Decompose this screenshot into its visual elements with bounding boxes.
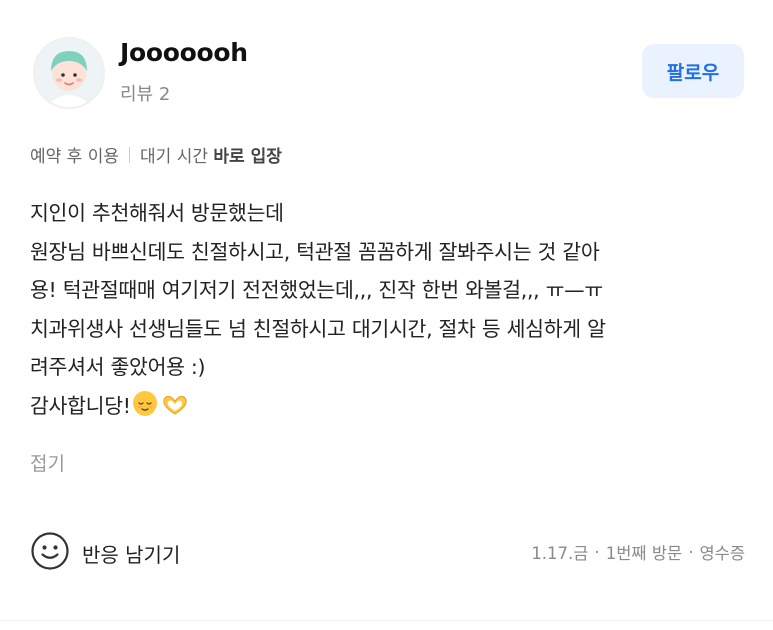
review-line: 려주셔서 좋았어용 :) (30, 355, 206, 379)
tag-divider (129, 146, 131, 163)
meta-separator: · (688, 542, 694, 562)
smiley-icon (30, 531, 70, 575)
tag-reservation: 예약 후 이용 (30, 147, 120, 167)
leave-reaction-button[interactable]: 반응 남기기 (30, 531, 180, 575)
react-label: 반응 남기기 (82, 542, 181, 567)
avatar[interactable] (33, 37, 105, 109)
heart-hands-emoji (161, 391, 189, 415)
review-text: 지인이 추천해줘서 방문했는데 원장님 바쁘신데도 친절하시고, 턱관절 꼼꼼하… (30, 194, 745, 425)
avatar-icon (35, 39, 103, 107)
relieved-face-emoji (132, 390, 157, 416)
review-line: 원장님 바쁘신데도 친절하시고, 턱관절 꼼꼼하게 잘봐주시는 것 같아 (30, 239, 600, 264)
tag-wait-value: 바로 입장 (213, 147, 282, 167)
review-meta: 1.17.금 · 1번째 방문 · 영수증 (531, 540, 745, 564)
review-line: 치과위생사 선생님들도 넘 친절하시고 대기시간, 절차 등 세심하게 알 (30, 316, 606, 341)
review-tags: 예약 후 이용 대기 시간 바로 입장 (30, 142, 282, 167)
review-line-last: 감사합니당! (30, 387, 745, 426)
receipt-link[interactable]: 영수증 (699, 540, 745, 564)
visit-count: 1번째 방문 (605, 544, 683, 563)
collapse-button[interactable]: 접기 (30, 449, 65, 476)
review-line-text: 감사합니당! (30, 393, 131, 418)
section-divider (0, 620, 773, 621)
meta-separator: · (594, 542, 600, 562)
follow-button[interactable]: 팔로우 (642, 44, 744, 98)
tag-wait-prefix: 대기 시간 (140, 147, 208, 167)
review-line: 용! 턱관절때매 여기저기 전전했었는데,,, 진작 한번 와볼걸,,, ㅠ—ㅠ (30, 278, 603, 302)
tag-wait-time: 대기 시간 바로 입장 (140, 142, 282, 167)
review-line: 지인이 추천해줘서 방문했는데 (30, 201, 284, 225)
username[interactable]: Jooooooh (120, 38, 248, 67)
review-count: 리뷰 2 (120, 84, 171, 105)
visit-date: 1.17.금 (531, 544, 589, 563)
